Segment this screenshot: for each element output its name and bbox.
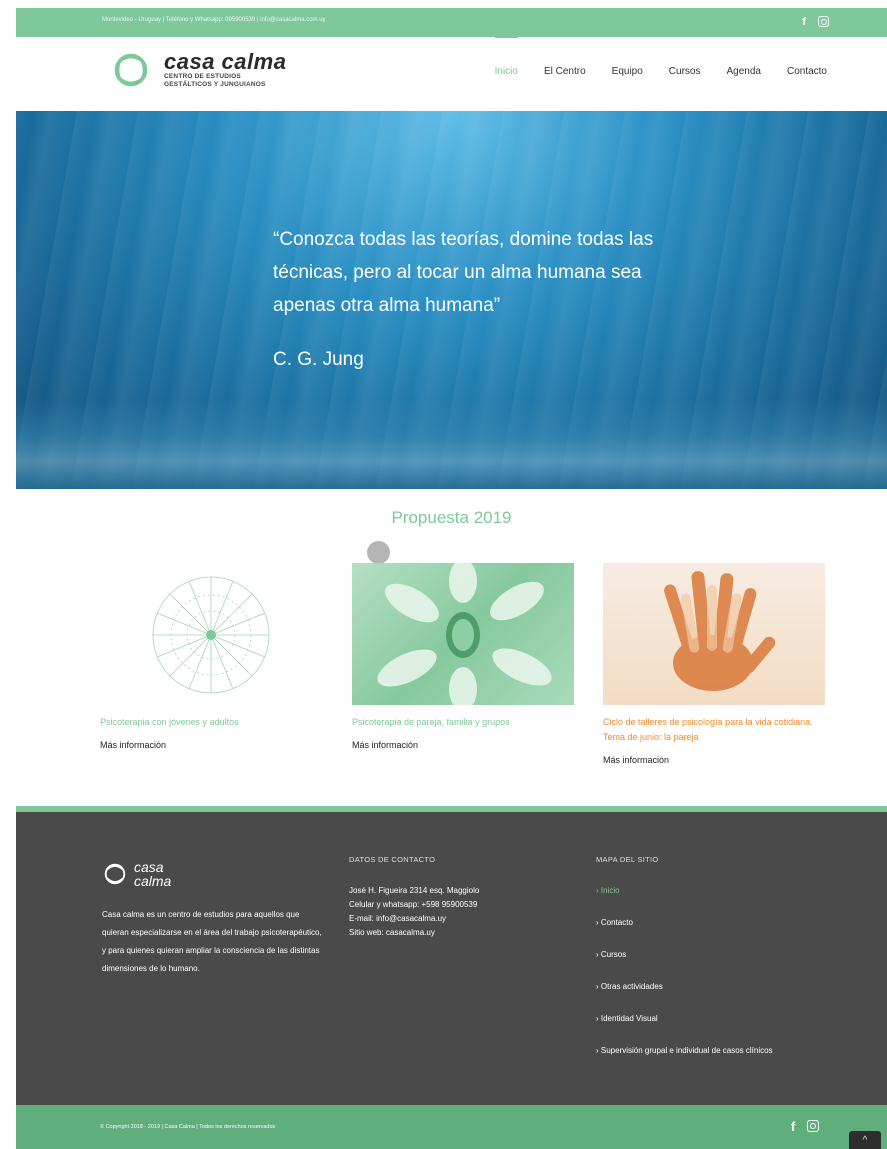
copyright-text: © Copyright 2018 - 2019 | Casa Calma | T… <box>100 1124 276 1130</box>
contact-details: José H. Figueira 2314 esq. Maggiolo Celu… <box>349 884 479 940</box>
sitemap-item-supervision[interactable]: › Supervisión grupal e individual de cas… <box>596 1044 773 1076</box>
hands-image[interactable] <box>603 563 825 705</box>
hands-circle-image[interactable] <box>352 563 574 705</box>
sitemap-item-identidad-visual[interactable]: › Identidad Visual <box>596 1012 773 1044</box>
hero-quote: “Conozca todas las teorías, domine todas… <box>273 229 654 316</box>
more-info-link[interactable]: Más información <box>352 740 574 750</box>
section-title: Propuesta 2019 <box>391 508 512 527</box>
top-social-links: f <box>802 15 829 29</box>
footer-about-text: Casa calma es un centro de estudios para… <box>102 910 322 973</box>
bottom-bar: © Copyright 2018 - 2019 | Casa Calma | T… <box>16 1105 887 1149</box>
brand-name: casa calma <box>164 49 287 74</box>
card-ciclo-talleres: Ciclo de talleres de psicología para la … <box>603 563 825 765</box>
main-nav: Inicio El Centro Equipo Cursos Agenda Co… <box>494 36 827 77</box>
sitemap-item-cursos[interactable]: › Cursos <box>596 948 773 980</box>
facebook-icon[interactable]: f <box>791 1119 795 1134</box>
sitemap-item-inicio[interactable]: › Inicio <box>596 884 773 916</box>
hero-sea-floor <box>16 399 887 489</box>
sitemap-item-contacto[interactable]: › Contacto <box>596 916 773 948</box>
card-psicoterapia-pareja: Psicoterapia de pareja, familia y grupos… <box>352 563 574 750</box>
nav-equipo[interactable]: Equipo <box>612 66 643 77</box>
instagram-icon[interactable] <box>807 1120 820 1132</box>
more-info-link[interactable]: Más información <box>100 740 322 750</box>
contact-phone: Celular y whatsapp: +598 95900539 <box>349 900 478 909</box>
contact-email[interactable]: E-mail: info@casacalma.uy <box>349 912 479 926</box>
card-psicoterapia-adultos: Psicoterapia con jóvenes y adultos Más i… <box>100 563 322 750</box>
hero-banner: “Conozca todas las teorías, domine todas… <box>16 111 887 489</box>
dandelion-image[interactable] <box>100 563 322 705</box>
instagram-icon[interactable] <box>818 16 829 27</box>
contact-info-text: Montevideo - Uruguay | Teléfono y Whatsa… <box>102 17 326 23</box>
nav-cursos[interactable]: Cursos <box>669 66 701 77</box>
cursor-indicator <box>367 541 390 564</box>
sitemap-item-otras-actividades[interactable]: › Otras actividades <box>596 980 773 1012</box>
facebook-icon[interactable]: f <box>802 15 806 29</box>
more-info-link[interactable]: Más información <box>603 755 825 765</box>
footer-logo[interactable]: casa calma <box>102 860 171 888</box>
back-to-top-button[interactable]: ^ <box>849 1131 881 1149</box>
card-title[interactable]: Ciclo de talleres de psicología para la … <box>603 715 825 745</box>
contact-heading: DATOS DE CONTACTO <box>349 855 436 864</box>
site-logo[interactable]: casa calma CENTRO DE ESTUDIOS GESTÁLTICO… <box>110 49 286 91</box>
sitemap-heading: MAPA DEL SITIO <box>596 855 659 864</box>
nav-contacto[interactable]: Contacto <box>787 66 827 77</box>
nav-el-centro[interactable]: El Centro <box>544 66 586 77</box>
contact-website[interactable]: Sitio web: casacalma.uy <box>349 926 479 940</box>
brand-tagline-2: GESTÁLTICOS Y JUNGUIANOS <box>164 81 266 88</box>
hero-quote-author: C. G. Jung <box>273 349 364 370</box>
site-footer: casa calma Casa calma es un centro de es… <box>16 812 887 1105</box>
site-header: casa calma CENTRO DE ESTUDIOS GESTÁLTICO… <box>16 36 887 111</box>
top-bar: Montevideo - Uruguay | Teléfono y Whatsa… <box>16 8 887 37</box>
card-title[interactable]: Psicoterapia de pareja, familia y grupos <box>352 715 574 730</box>
brand-tagline-1: CENTRO DE ESTUDIOS <box>164 73 241 80</box>
footer-brand-line-2: calma <box>134 873 172 889</box>
footer-brand-line-1: casa <box>134 859 164 875</box>
logo-mark-icon <box>114 53 148 87</box>
contact-address: José H. Figueira 2314 esq. Maggiolo <box>349 886 480 895</box>
bottom-social-links: f <box>791 1119 820 1134</box>
sitemap-list: › Inicio › Contacto › Cursos › Otras act… <box>596 884 773 1076</box>
footer-logo-mark-icon <box>104 863 126 885</box>
nav-agenda[interactable]: Agenda <box>726 66 760 77</box>
card-title[interactable]: Psicoterapia con jóvenes y adultos <box>100 715 322 730</box>
nav-inicio[interactable]: Inicio <box>494 36 519 77</box>
